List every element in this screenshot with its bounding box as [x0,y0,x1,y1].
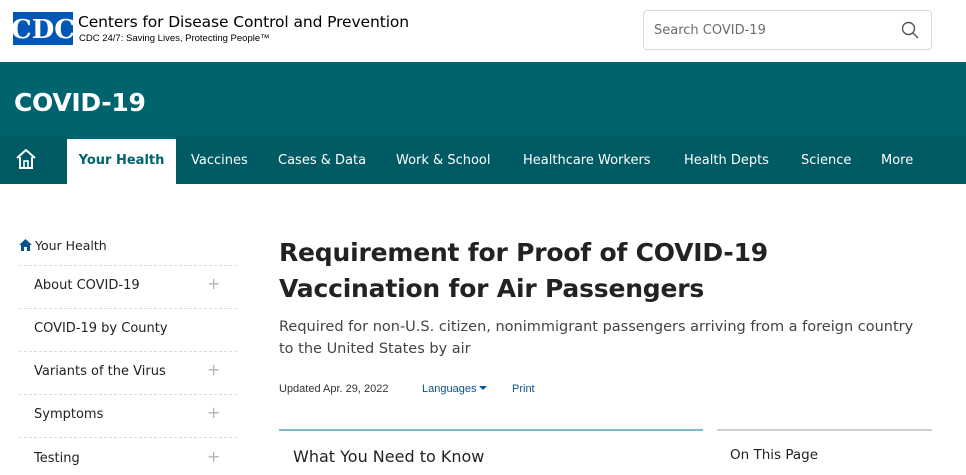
expand-icon[interactable]: + [207,360,220,379]
on-this-page-border [717,429,932,431]
search-icon[interactable] [901,21,919,39]
page-subtitle: Required for non-U.S. citizen, nonimmigr… [279,319,914,357]
site-title[interactable]: COVID-19 [14,88,146,117]
search-input[interactable] [644,11,894,49]
nav-item-more[interactable]: More [881,136,913,184]
card-top-border [279,429,703,431]
caret-down-icon [479,386,488,390]
sidebar-divider [19,351,237,352]
card-title: What You Need to Know [293,447,485,466]
sidebar-item-about-covid[interactable]: About COVID-19 [34,278,140,293]
sidebar-divider [19,308,237,309]
org-tagline: CDC 24/7: Saving Lives, Protecting Peopl… [79,33,270,44]
search-box[interactable] [643,10,932,50]
cdc-logo[interactable]: CDC [13,12,73,45]
page-title: Requirement for Proof of COVID-19 Vaccin… [279,238,768,303]
print-link[interactable]: Print [512,383,535,395]
languages-label: Languages [422,383,477,395]
nav-item-health-depts[interactable]: Health Depts [684,136,769,184]
home-icon[interactable] [15,148,37,170]
sidebar-item-variants[interactable]: Variants of the Virus [34,364,166,379]
expand-icon[interactable]: + [207,274,220,293]
sidebar-item-covid-by-county[interactable]: COVID-19 by County [34,321,168,336]
nav-item-work-school[interactable]: Work & School [396,136,490,184]
languages-dropdown[interactable]: Languages [422,383,488,395]
org-name[interactable]: Centers for Disease Control and Preventi… [78,13,409,31]
sidebar-heading-label: Your Health [35,238,107,253]
nav-item-your-health[interactable]: Your Health [67,136,176,184]
logo-text: CDC [13,15,73,45]
home-icon [19,239,32,251]
sidebar-item-testing[interactable]: Testing [34,451,80,466]
nav-item-healthcare-workers[interactable]: Healthcare Workers [523,136,651,184]
expand-icon[interactable]: + [207,447,220,466]
nav-item-science[interactable]: Science [801,136,851,184]
expand-icon[interactable]: + [207,403,220,422]
updated-date: Updated Apr. 29, 2022 [279,383,389,395]
sidebar-heading[interactable]: Your Health [19,238,107,253]
on-this-page-title: On This Page [730,447,819,463]
sidebar-divider [19,437,237,438]
nav-item-vaccines[interactable]: Vaccines [191,136,248,184]
sidebar-item-symptoms[interactable]: Symptoms [34,407,103,422]
nav-item-cases-data[interactable]: Cases & Data [278,136,366,184]
sidebar-divider [19,265,237,266]
sidebar-divider [19,394,237,395]
